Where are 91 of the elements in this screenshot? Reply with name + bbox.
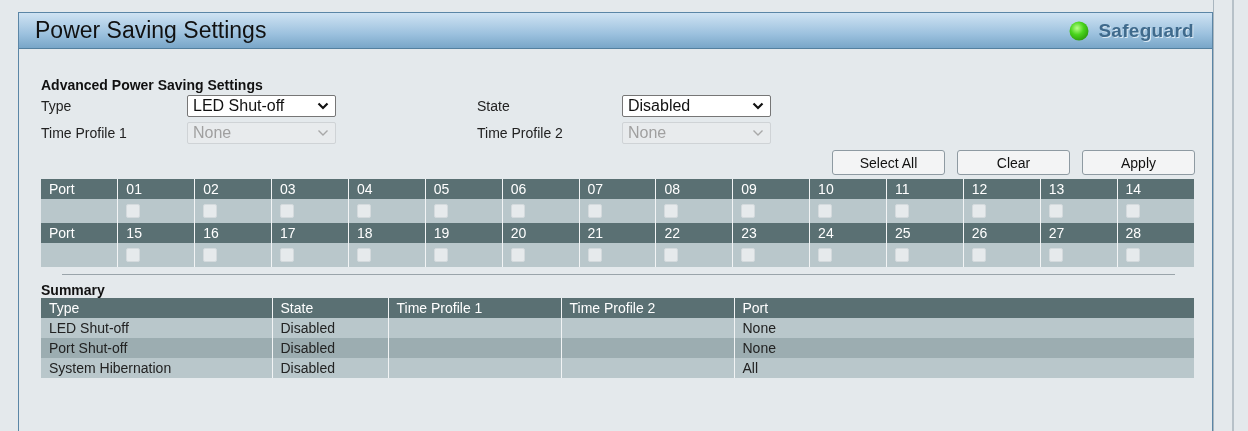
port-checkbox[interactable] [741, 248, 756, 262]
header-cell: 26 [963, 223, 1041, 243]
header-cell: 18 [348, 223, 426, 243]
column-header: Time Profile 2 [561, 298, 734, 318]
header-cell: 17 [271, 223, 349, 243]
header-cell: 02 [194, 179, 272, 199]
port-checkbox[interactable] [1125, 248, 1140, 262]
status-dot-icon [1069, 20, 1090, 41]
field-label: Time Profile 2 [477, 125, 564, 141]
action-button[interactable]: Clear [957, 150, 1070, 175]
header-cell: 08 [655, 179, 733, 199]
port-checkbox[interactable] [433, 248, 448, 262]
header-cell: 23 [732, 223, 810, 243]
header-cell: 16 [194, 223, 272, 243]
header-cell: 06 [502, 179, 579, 199]
table-cell: Disabled [272, 338, 388, 358]
port-checkbox[interactable] [1048, 248, 1063, 262]
field-label: Time Profile 1 [41, 125, 128, 141]
port-checkbox[interactable] [510, 204, 525, 218]
header-cell: 09 [732, 179, 810, 199]
header-cell: 27 [1040, 223, 1118, 243]
header-cell: 19 [425, 223, 503, 243]
port-checkbox[interactable] [894, 204, 909, 218]
table-cell: Port Shut-off [41, 338, 272, 358]
port-checkbox[interactable] [433, 204, 448, 218]
port-checkbox[interactable] [126, 204, 141, 218]
port-checkbox[interactable] [1125, 204, 1140, 218]
port-checkbox[interactable] [203, 248, 218, 262]
port-checkbox[interactable] [664, 204, 679, 218]
header-cell: 13 [1040, 179, 1118, 199]
table-cell: Disabled [272, 318, 388, 338]
port-checkbox[interactable] [971, 204, 986, 218]
port-checkbox[interactable] [126, 248, 141, 262]
port-checkbox[interactable] [818, 204, 833, 218]
header-cell: 07 [579, 179, 656, 199]
column-header: State [272, 298, 388, 318]
table-cell: System Hibernation [41, 358, 272, 378]
port-checkbox[interactable] [203, 204, 218, 218]
column-header: Port [734, 298, 1194, 318]
port-checkbox[interactable] [894, 248, 909, 262]
header-cell: 21 [579, 223, 656, 243]
header-cell: 15 [117, 223, 195, 243]
table-cell: All [734, 358, 1194, 378]
port-checkbox[interactable] [1048, 204, 1063, 218]
port-checkbox[interactable] [587, 248, 602, 262]
chevron-icon [752, 129, 764, 137]
page-title: Power Saving Settings [35, 17, 267, 44]
column-header: Type [41, 298, 272, 318]
header-cell: 04 [348, 179, 426, 199]
chevron-icon [752, 102, 764, 110]
header-cell: 11 [886, 179, 964, 199]
dropdown[interactable]: Disabled [622, 95, 771, 117]
dropdown[interactable]: LED Shut-off [187, 95, 336, 117]
action-button[interactable]: Apply [1082, 150, 1195, 175]
field-label: Type [41, 98, 73, 114]
header-cell: 12 [963, 179, 1041, 199]
header-cell: 25 [886, 223, 964, 243]
chevron-icon [317, 102, 329, 110]
port-checkbox[interactable] [587, 204, 602, 218]
header-cell: 03 [271, 179, 349, 199]
table-cell: LED Shut-off [41, 318, 272, 338]
header-cell: 24 [809, 223, 887, 243]
port-checkbox[interactable] [971, 248, 986, 262]
field-label: State [477, 98, 511, 114]
safeguard-label: Safeguard [1098, 19, 1194, 42]
port-checkbox[interactable] [356, 248, 371, 262]
section-title: Summary [41, 282, 106, 298]
chevron-icon [317, 129, 329, 137]
port-checkbox[interactable] [741, 204, 756, 218]
table-cell: Disabled [272, 358, 388, 378]
header-cell: Port [41, 179, 118, 199]
header-cell: 22 [655, 223, 733, 243]
port-checkbox[interactable] [664, 248, 679, 262]
column-header: Time Profile 1 [388, 298, 561, 318]
scrollbar-track[interactable] [1213, 0, 1234, 431]
port-checkbox[interactable] [510, 248, 525, 262]
port-checkbox[interactable] [818, 248, 833, 262]
header-cell: 28 [1117, 223, 1194, 243]
header-cell: 10 [809, 179, 887, 199]
header-cell: Port [41, 223, 118, 243]
header-cell: 01 [117, 179, 195, 199]
section-title: Advanced Power Saving Settings [41, 77, 264, 93]
action-button[interactable]: Select All [832, 150, 945, 175]
table-cell: None [734, 318, 1194, 338]
port-checkbox[interactable] [280, 248, 295, 262]
header-cell: 20 [502, 223, 579, 243]
port-checkbox[interactable] [356, 204, 371, 218]
header-cell: 14 [1117, 179, 1194, 199]
header-cell: 05 [425, 179, 503, 199]
port-checkbox[interactable] [280, 204, 295, 218]
table-cell: None [734, 338, 1194, 358]
